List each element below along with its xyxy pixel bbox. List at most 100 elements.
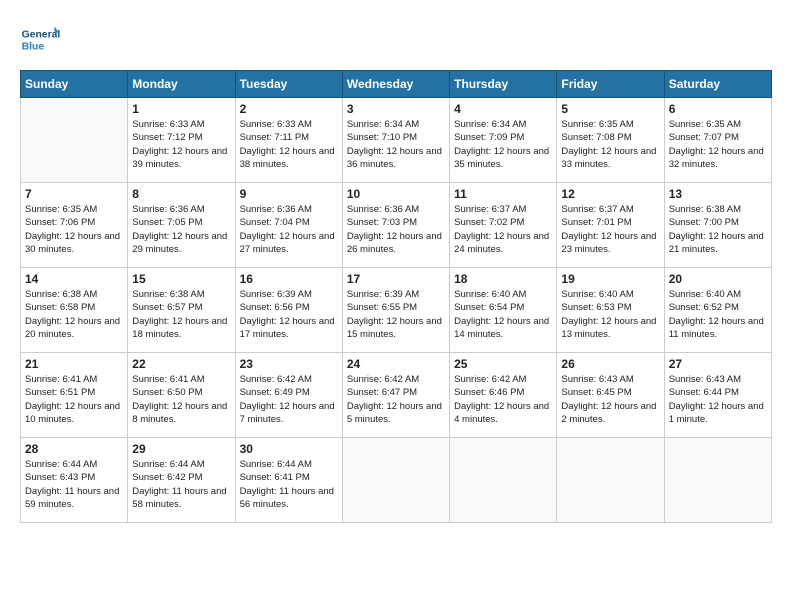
calendar-cell: 20 Sunrise: 6:40 AMSunset: 6:52 PMDayligh… bbox=[664, 268, 771, 353]
day-header-sunday: Sunday bbox=[21, 71, 128, 98]
day-info: Sunrise: 6:34 AMSunset: 7:10 PMDaylight:… bbox=[347, 118, 445, 171]
day-number: 6 bbox=[669, 102, 767, 116]
day-number: 8 bbox=[132, 187, 230, 201]
logo: General Blue bbox=[20, 20, 64, 60]
day-info: Sunrise: 6:35 AMSunset: 7:07 PMDaylight:… bbox=[669, 118, 767, 171]
calendar-cell: 28 Sunrise: 6:44 AMSunset: 6:43 PMDayligh… bbox=[21, 438, 128, 523]
day-number: 22 bbox=[132, 357, 230, 371]
day-info: Sunrise: 6:44 AMSunset: 6:43 PMDaylight:… bbox=[25, 458, 123, 511]
calendar-cell: 24 Sunrise: 6:42 AMSunset: 6:47 PMDayligh… bbox=[342, 353, 449, 438]
day-info: Sunrise: 6:33 AMSunset: 7:12 PMDaylight:… bbox=[132, 118, 230, 171]
day-header-saturday: Saturday bbox=[664, 71, 771, 98]
day-number: 12 bbox=[561, 187, 659, 201]
day-header-wednesday: Wednesday bbox=[342, 71, 449, 98]
calendar-cell: 7 Sunrise: 6:35 AMSunset: 7:06 PMDaylight… bbox=[21, 183, 128, 268]
calendar-cell: 12Sunrise: 6:37 AMSunset: 7:01 PMDayligh… bbox=[557, 183, 664, 268]
calendar-cell bbox=[450, 438, 557, 523]
calendar-week-2: 7 Sunrise: 6:35 AMSunset: 7:06 PMDaylight… bbox=[21, 183, 772, 268]
day-number: 4 bbox=[454, 102, 552, 116]
calendar-cell: 16 Sunrise: 6:39 AMSunset: 6:56 PMDayligh… bbox=[235, 268, 342, 353]
day-number: 26 bbox=[561, 357, 659, 371]
day-number: 5 bbox=[561, 102, 659, 116]
day-info: Sunrise: 6:38 AMSunset: 7:00 PMDaylight:… bbox=[669, 203, 767, 256]
day-header-monday: Monday bbox=[128, 71, 235, 98]
day-info: Sunrise: 6:43 AMSunset: 6:45 PMDaylight:… bbox=[561, 373, 659, 426]
calendar-cell bbox=[21, 98, 128, 183]
calendar-cell: 9 Sunrise: 6:36 AMSunset: 7:04 PMDaylight… bbox=[235, 183, 342, 268]
calendar-cell: 1Sunrise: 6:33 AMSunset: 7:12 PMDaylight… bbox=[128, 98, 235, 183]
day-info: Sunrise: 6:36 AMSunset: 7:04 PMDaylight:… bbox=[240, 203, 338, 256]
day-number: 20 bbox=[669, 272, 767, 286]
day-info: Sunrise: 6:44 AMSunset: 6:42 PMDaylight:… bbox=[132, 458, 230, 511]
page-header: General Blue bbox=[20, 20, 772, 60]
day-number: 17 bbox=[347, 272, 445, 286]
day-info: Sunrise: 6:36 AMSunset: 7:03 PMDaylight:… bbox=[347, 203, 445, 256]
day-info: Sunrise: 6:37 AMSunset: 7:02 PMDaylight:… bbox=[454, 203, 552, 256]
day-number: 15 bbox=[132, 272, 230, 286]
day-info: Sunrise: 6:42 AMSunset: 6:47 PMDaylight:… bbox=[347, 373, 445, 426]
day-number: 7 bbox=[25, 187, 123, 201]
calendar-cell: 17 Sunrise: 6:39 AMSunset: 6:55 PMDayligh… bbox=[342, 268, 449, 353]
day-info: Sunrise: 6:39 AMSunset: 6:56 PMDaylight:… bbox=[240, 288, 338, 341]
day-info: Sunrise: 6:33 AMSunset: 7:11 PMDaylight:… bbox=[240, 118, 338, 171]
calendar-cell: 4 Sunrise: 6:34 AMSunset: 7:09 PMDaylight… bbox=[450, 98, 557, 183]
day-number: 9 bbox=[240, 187, 338, 201]
calendar-cell: 19 Sunrise: 6:40 AMSunset: 6:53 PMDayligh… bbox=[557, 268, 664, 353]
logo-icon: General Blue bbox=[20, 20, 60, 60]
calendar-cell: 23 Sunrise: 6:42 AMSunset: 6:49 PMDayligh… bbox=[235, 353, 342, 438]
calendar-cell: 5 Sunrise: 6:35 AMSunset: 7:08 PMDaylight… bbox=[557, 98, 664, 183]
day-number: 19 bbox=[561, 272, 659, 286]
calendar-cell bbox=[342, 438, 449, 523]
calendar-cell: 6 Sunrise: 6:35 AMSunset: 7:07 PMDaylight… bbox=[664, 98, 771, 183]
day-number: 30 bbox=[240, 442, 338, 456]
day-number: 13 bbox=[669, 187, 767, 201]
day-number: 27 bbox=[669, 357, 767, 371]
day-header-tuesday: Tuesday bbox=[235, 71, 342, 98]
calendar-cell: 30 Sunrise: 6:44 AMSunset: 6:41 PMDayligh… bbox=[235, 438, 342, 523]
day-header-friday: Friday bbox=[557, 71, 664, 98]
day-headers-row: SundayMondayTuesdayWednesdayThursdayFrid… bbox=[21, 71, 772, 98]
calendar-cell: 2Sunrise: 6:33 AMSunset: 7:11 PMDaylight… bbox=[235, 98, 342, 183]
day-info: Sunrise: 6:41 AMSunset: 6:51 PMDaylight:… bbox=[25, 373, 123, 426]
day-number: 24 bbox=[347, 357, 445, 371]
day-number: 23 bbox=[240, 357, 338, 371]
calendar-cell: 14Sunrise: 6:38 AMSunset: 6:58 PMDayligh… bbox=[21, 268, 128, 353]
calendar-cell: 27Sunrise: 6:43 AMSunset: 6:44 PMDayligh… bbox=[664, 353, 771, 438]
day-info: Sunrise: 6:39 AMSunset: 6:55 PMDaylight:… bbox=[347, 288, 445, 341]
calendar-week-1: 1Sunrise: 6:33 AMSunset: 7:12 PMDaylight… bbox=[21, 98, 772, 183]
day-info: Sunrise: 6:44 AMSunset: 6:41 PMDaylight:… bbox=[240, 458, 338, 511]
day-number: 28 bbox=[25, 442, 123, 456]
calendar-cell: 8 Sunrise: 6:36 AMSunset: 7:05 PMDaylight… bbox=[128, 183, 235, 268]
day-number: 10 bbox=[347, 187, 445, 201]
calendar-cell: 22 Sunrise: 6:41 AMSunset: 6:50 PMDayligh… bbox=[128, 353, 235, 438]
day-number: 16 bbox=[240, 272, 338, 286]
day-info: Sunrise: 6:38 AMSunset: 6:58 PMDaylight:… bbox=[25, 288, 123, 341]
day-info: Sunrise: 6:40 AMSunset: 6:52 PMDaylight:… bbox=[669, 288, 767, 341]
svg-text:Blue: Blue bbox=[22, 42, 45, 53]
calendar-table: SundayMondayTuesdayWednesdayThursdayFrid… bbox=[20, 70, 772, 523]
day-info: Sunrise: 6:34 AMSunset: 7:09 PMDaylight:… bbox=[454, 118, 552, 171]
day-number: 11 bbox=[454, 187, 552, 201]
calendar-cell: 11 Sunrise: 6:37 AMSunset: 7:02 PMDayligh… bbox=[450, 183, 557, 268]
calendar-cell bbox=[664, 438, 771, 523]
day-info: Sunrise: 6:42 AMSunset: 6:46 PMDaylight:… bbox=[454, 373, 552, 426]
day-header-thursday: Thursday bbox=[450, 71, 557, 98]
day-info: Sunrise: 6:35 AMSunset: 7:08 PMDaylight:… bbox=[561, 118, 659, 171]
day-info: Sunrise: 6:36 AMSunset: 7:05 PMDaylight:… bbox=[132, 203, 230, 256]
svg-text:General: General bbox=[22, 30, 60, 41]
day-info: Sunrise: 6:42 AMSunset: 6:49 PMDaylight:… bbox=[240, 373, 338, 426]
day-info: Sunrise: 6:40 AMSunset: 6:53 PMDaylight:… bbox=[561, 288, 659, 341]
day-info: Sunrise: 6:40 AMSunset: 6:54 PMDaylight:… bbox=[454, 288, 552, 341]
calendar-cell: 21Sunrise: 6:41 AMSunset: 6:51 PMDayligh… bbox=[21, 353, 128, 438]
calendar-cell: 3Sunrise: 6:34 AMSunset: 7:10 PMDaylight… bbox=[342, 98, 449, 183]
calendar-cell: 25 Sunrise: 6:42 AMSunset: 6:46 PMDayligh… bbox=[450, 353, 557, 438]
calendar-cell bbox=[557, 438, 664, 523]
day-info: Sunrise: 6:35 AMSunset: 7:06 PMDaylight:… bbox=[25, 203, 123, 256]
calendar-week-4: 21Sunrise: 6:41 AMSunset: 6:51 PMDayligh… bbox=[21, 353, 772, 438]
day-info: Sunrise: 6:41 AMSunset: 6:50 PMDaylight:… bbox=[132, 373, 230, 426]
day-number: 25 bbox=[454, 357, 552, 371]
day-info: Sunrise: 6:38 AMSunset: 6:57 PMDaylight:… bbox=[132, 288, 230, 341]
calendar-cell: 13 Sunrise: 6:38 AMSunset: 7:00 PMDayligh… bbox=[664, 183, 771, 268]
day-number: 29 bbox=[132, 442, 230, 456]
day-number: 18 bbox=[454, 272, 552, 286]
